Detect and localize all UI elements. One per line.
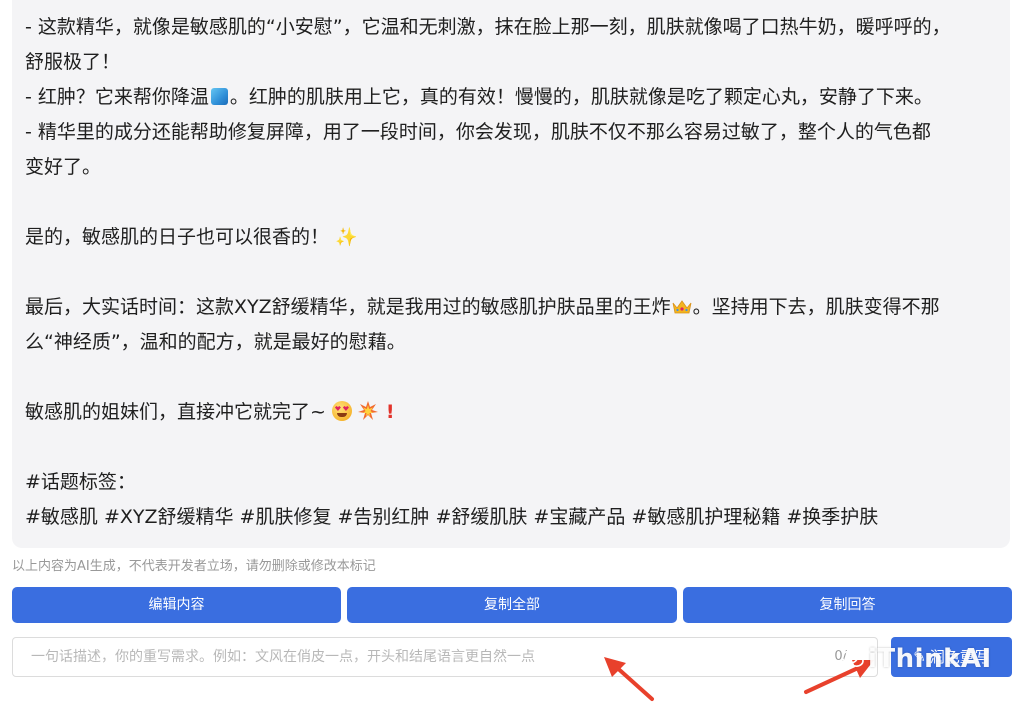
content-line: 么“神经质”，温和的配方，就是最好的慰藉。 <box>25 331 406 353</box>
sparkles-icon: ✨ <box>335 227 358 248</box>
wechat-icon <box>842 650 864 667</box>
collision-icon <box>357 401 378 420</box>
hashtags-line: #敏感肌 #XYZ舒缓精华 #肌肤修复 #告别红肿 #舒缓肌肤 #宝藏产品 #敏… <box>25 506 879 528</box>
content-line: 最后，大实话时间：这款XYZ舒缓精华，就是我用过的敏感肌护肤品里的王炸 。坚持用下… <box>25 296 940 318</box>
crown-icon <box>672 300 692 314</box>
content-line: - 精华里的成分还能帮助修复屏障，用了一段时间，你会发现，肌肤不仅不那么容易过敏… <box>25 121 931 143</box>
copy-answer-button[interactable]: 复制回答 <box>683 587 1012 623</box>
content-line: 是的，敏感肌的日子也可以很香的！ ✨ <box>25 220 1010 255</box>
content-line: 变好了。 <box>25 156 102 178</box>
rewrite-input[interactable] <box>13 638 831 676</box>
ice-cube-icon <box>210 88 228 105</box>
content-line: 舒服极了！ <box>25 51 121 73</box>
rewrite-request-field: 0/ <box>12 637 878 677</box>
page: - 这款精华，就像是敏感肌的“小安慰”，它温和无刺激，抹在脸上那一刻，肌肤就像喝… <box>0 0 1020 709</box>
content-line: 敏感肌的姐妹们，直接冲它就完了~! <box>25 395 1010 430</box>
content-line: #话题标签： <box>25 471 136 493</box>
content-line: - 这款精华，就像是敏感肌的“小安慰”，它温和无刺激，抹在脸上那一刻，肌肤就像喝… <box>25 16 951 38</box>
edit-content-button[interactable]: 编辑内容 <box>12 587 341 623</box>
content-line: - 红肿？它来帮你降温 。红肿的肌肤用上它，真的有效！慢慢的，肌肤就像是吃了颗定心… <box>25 86 933 108</box>
ai-disclaimer: 以上内容为AI生成，不代表开发者立场，请勿删除或修改本标记 <box>12 559 376 574</box>
exclamation-icon: ! <box>385 401 395 423</box>
watermark: iThinkAI <box>842 644 992 674</box>
heart-eyes-face-icon <box>331 401 352 421</box>
copy-all-button[interactable]: 复制全部 <box>347 587 677 623</box>
generated-content-card: - 这款精华，就像是敏感肌的“小安慰”，它温和无刺激，抹在脸上那一刻，肌肤就像喝… <box>12 0 1010 548</box>
